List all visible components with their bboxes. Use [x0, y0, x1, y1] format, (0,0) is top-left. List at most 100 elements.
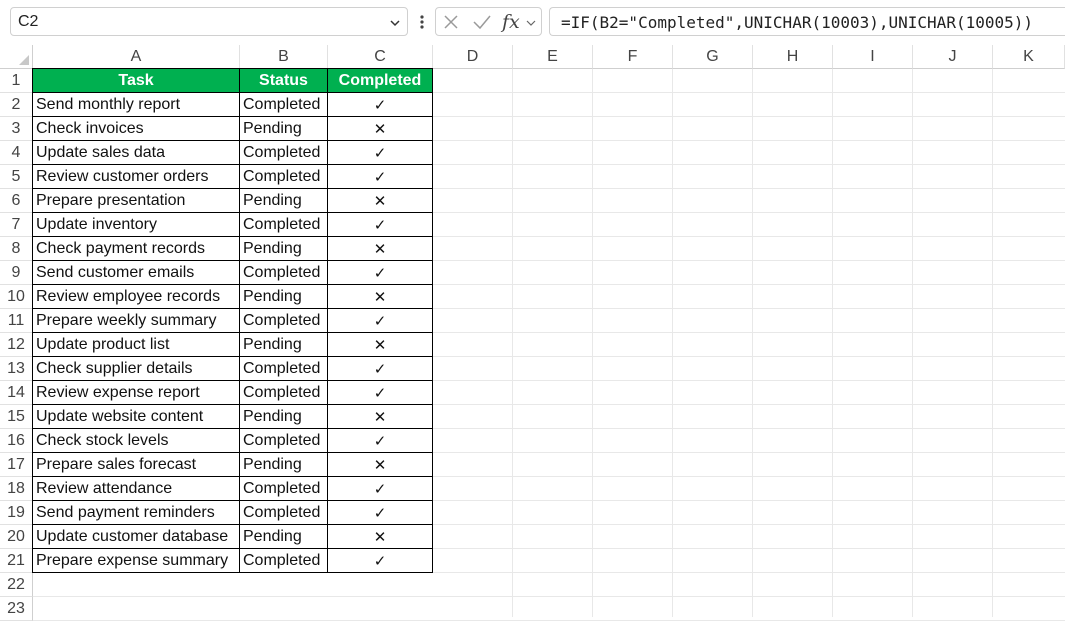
- task-cell[interactable]: Update sales data: [32, 141, 240, 165]
- status-cell[interactable]: Pending: [240, 333, 328, 357]
- task-cell[interactable]: Review customer orders: [32, 165, 240, 189]
- check-mark-cell[interactable]: ✓: [328, 93, 433, 117]
- task-cell[interactable]: Prepare sales forecast: [32, 453, 240, 477]
- task-cell[interactable]: Update customer database: [32, 525, 240, 549]
- row-header-8[interactable]: 8: [0, 237, 33, 261]
- row-header-18[interactable]: 18: [0, 477, 33, 501]
- row-header-10[interactable]: 10: [0, 285, 33, 309]
- task-cell[interactable]: Check supplier details: [32, 357, 240, 381]
- task-cell[interactable]: Check stock levels: [32, 429, 240, 453]
- status-cell[interactable]: Completed: [240, 93, 328, 117]
- check-mark-cell[interactable]: ✓: [328, 141, 433, 165]
- cross-mark-cell[interactable]: ✕: [328, 237, 433, 261]
- chevron-down-icon[interactable]: [526, 18, 536, 28]
- row-header-3[interactable]: 3: [0, 117, 33, 141]
- task-cell[interactable]: Check invoices: [32, 117, 240, 141]
- column-header-j[interactable]: J: [913, 45, 993, 69]
- status-cell[interactable]: Completed: [240, 141, 328, 165]
- task-cell[interactable]: Review expense report: [32, 381, 240, 405]
- status-cell[interactable]: Pending: [240, 405, 328, 429]
- task-cell[interactable]: Prepare weekly summary: [32, 309, 240, 333]
- insert-function-button[interactable]: fx: [502, 11, 528, 33]
- task-cell[interactable]: Update product list: [32, 333, 240, 357]
- check-mark-cell[interactable]: ✓: [328, 261, 433, 285]
- task-cell[interactable]: Send monthly report: [32, 93, 240, 117]
- cross-mark-cell[interactable]: ✕: [328, 189, 433, 213]
- column-header-a[interactable]: A: [33, 45, 240, 69]
- cross-mark-cell[interactable]: ✕: [328, 333, 433, 357]
- row-header-14[interactable]: 14: [0, 381, 33, 405]
- cross-mark-cell[interactable]: ✕: [328, 285, 433, 309]
- check-mark-cell[interactable]: ✓: [328, 357, 433, 381]
- row-header-19[interactable]: 19: [0, 501, 33, 525]
- check-mark-cell[interactable]: ✓: [328, 213, 433, 237]
- column-header-g[interactable]: G: [673, 45, 753, 69]
- cross-mark-cell[interactable]: ✕: [328, 405, 433, 429]
- status-cell[interactable]: Completed: [240, 357, 328, 381]
- task-cell[interactable]: Update inventory: [32, 213, 240, 237]
- status-cell[interactable]: Pending: [240, 117, 328, 141]
- header-cell-status[interactable]: Status: [240, 68, 328, 93]
- more-options-icon[interactable]: [417, 10, 427, 34]
- task-cell[interactable]: Review employee records: [32, 285, 240, 309]
- status-cell[interactable]: Completed: [240, 165, 328, 189]
- row-header-11[interactable]: 11: [0, 309, 33, 333]
- select-all-corner[interactable]: [0, 45, 33, 69]
- task-cell[interactable]: Review attendance: [32, 477, 240, 501]
- check-mark-cell[interactable]: ✓: [328, 429, 433, 453]
- check-mark-cell[interactable]: ✓: [328, 501, 433, 525]
- header-cell-completed[interactable]: Completed: [328, 68, 433, 93]
- check-mark-cell[interactable]: ✓: [328, 477, 433, 501]
- row-header-4[interactable]: 4: [0, 141, 33, 165]
- status-cell[interactable]: Completed: [240, 381, 328, 405]
- row-header-20[interactable]: 20: [0, 525, 33, 549]
- cross-mark-cell[interactable]: ✕: [328, 117, 433, 141]
- status-cell[interactable]: Pending: [240, 453, 328, 477]
- check-mark-cell[interactable]: ✓: [328, 549, 433, 573]
- status-cell[interactable]: Completed: [240, 429, 328, 453]
- row-header-17[interactable]: 17: [0, 453, 33, 477]
- row-header-5[interactable]: 5: [0, 165, 33, 189]
- status-cell[interactable]: Pending: [240, 189, 328, 213]
- check-mark-cell[interactable]: ✓: [328, 309, 433, 333]
- status-cell[interactable]: Completed: [240, 261, 328, 285]
- task-cell[interactable]: Check payment records: [32, 237, 240, 261]
- status-cell[interactable]: Pending: [240, 237, 328, 261]
- status-cell[interactable]: Completed: [240, 501, 328, 525]
- task-cell[interactable]: Prepare presentation: [32, 189, 240, 213]
- status-cell[interactable]: Completed: [240, 309, 328, 333]
- task-cell[interactable]: Send customer emails: [32, 261, 240, 285]
- row-header-21[interactable]: 21: [0, 549, 33, 573]
- check-mark-cell[interactable]: ✓: [328, 381, 433, 405]
- column-header-d[interactable]: D: [433, 45, 513, 69]
- row-header-22[interactable]: 22: [0, 573, 33, 597]
- row-header-23[interactable]: 23: [0, 597, 33, 621]
- cancel-icon[interactable]: [442, 13, 460, 31]
- status-cell[interactable]: Completed: [240, 549, 328, 573]
- column-header-b[interactable]: B: [240, 45, 328, 69]
- column-header-i[interactable]: I: [833, 45, 913, 69]
- status-cell[interactable]: Completed: [240, 213, 328, 237]
- row-header-7[interactable]: 7: [0, 213, 33, 237]
- row-header-13[interactable]: 13: [0, 357, 33, 381]
- row-header-12[interactable]: 12: [0, 333, 33, 357]
- status-cell[interactable]: Pending: [240, 525, 328, 549]
- cross-mark-cell[interactable]: ✕: [328, 525, 433, 549]
- row-header-9[interactable]: 9: [0, 261, 33, 285]
- status-cell[interactable]: Pending: [240, 285, 328, 309]
- task-cell[interactable]: Send payment reminders: [32, 501, 240, 525]
- row-header-6[interactable]: 6: [0, 189, 33, 213]
- row-header-2[interactable]: 2: [0, 93, 33, 117]
- row-header-16[interactable]: 16: [0, 429, 33, 453]
- header-cell-task[interactable]: Task: [32, 68, 240, 93]
- enter-check-icon[interactable]: [472, 13, 492, 31]
- row-header-1[interactable]: 1: [0, 69, 33, 93]
- name-box[interactable]: C2: [10, 7, 408, 36]
- column-header-c[interactable]: C: [328, 45, 433, 69]
- task-cell[interactable]: Update website content: [32, 405, 240, 429]
- row-header-15[interactable]: 15: [0, 405, 33, 429]
- chevron-down-icon[interactable]: [389, 17, 401, 29]
- status-cell[interactable]: Completed: [240, 477, 328, 501]
- column-header-h[interactable]: H: [753, 45, 833, 69]
- column-header-k[interactable]: K: [993, 45, 1065, 69]
